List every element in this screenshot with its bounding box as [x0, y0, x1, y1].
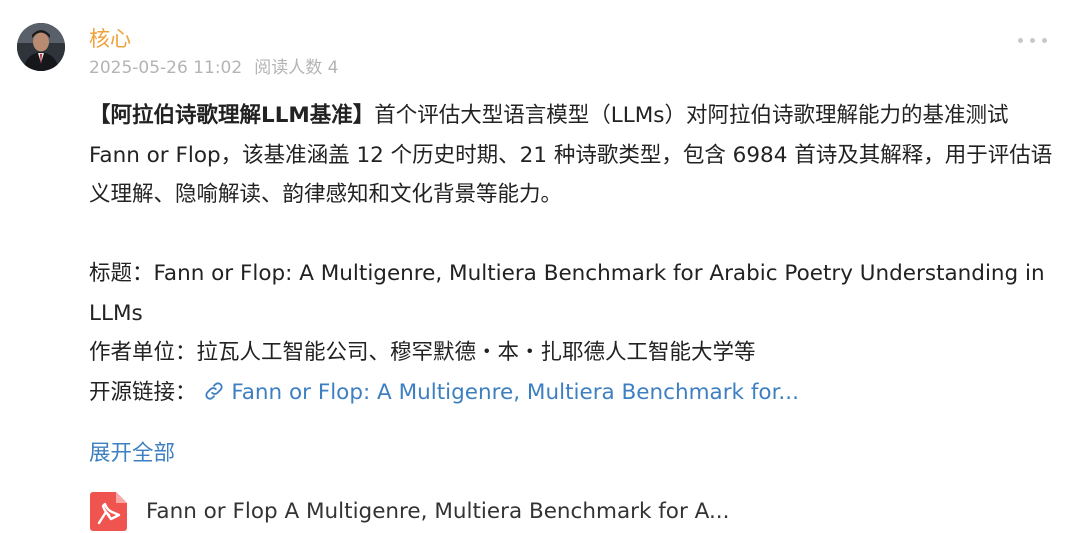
more-dots-icon: [1018, 38, 1023, 43]
opensource-link[interactable]: Fann or Flop: A Multigenre, Multiera Ben…: [203, 380, 799, 405]
expand-all-link[interactable]: 展开全部: [89, 440, 175, 468]
author-name[interactable]: 核心: [89, 26, 131, 52]
post-headline: 【阿拉伯诗歌理解LLM基准】: [89, 103, 375, 128]
view-count: 阅读人数 4: [254, 58, 339, 78]
link-icon: [205, 381, 223, 400]
pdf-attachment[interactable]: Fann or Flop A Multigenre, Multiera Benc…: [89, 490, 729, 532]
more-options-button[interactable]: [1018, 30, 1050, 50]
pdf-file-icon: [90, 492, 127, 531]
affiliation-line: 作者单位：拉瓦人工智能公司、穆罕默德・本・扎耶德人工智能大学等: [89, 340, 756, 365]
opensource-line: 开源链接： Fann or Flop: A Multigenre, Multie…: [89, 373, 1059, 413]
attachment-name[interactable]: Fann or Flop A Multigenre, Multiera Benc…: [146, 499, 729, 524]
opensource-link-text[interactable]: Fann or Flop: A Multigenre, Multiera Ben…: [231, 380, 799, 405]
post-date: 2025-05-26 11:02: [89, 58, 243, 78]
author-avatar[interactable]: [17, 23, 65, 71]
opensource-label: 开源链接：: [89, 379, 197, 405]
post-intro-paragraph: 【阿拉伯诗歌理解LLM基准】首个评估大型语言模型（LLMs）对阿拉伯诗歌理解能力…: [89, 96, 1059, 215]
post-meta: 2025-05-26 11:02 阅读人数 4: [89, 57, 338, 79]
paper-title-line: 标题：Fann or Flop: A Multigenre, Multiera …: [89, 261, 1045, 326]
avatar-image: [17, 23, 65, 71]
post-content: 【阿拉伯诗歌理解LLM基准】首个评估大型语言模型（LLMs）对阿拉伯诗歌理解能力…: [89, 96, 1059, 412]
